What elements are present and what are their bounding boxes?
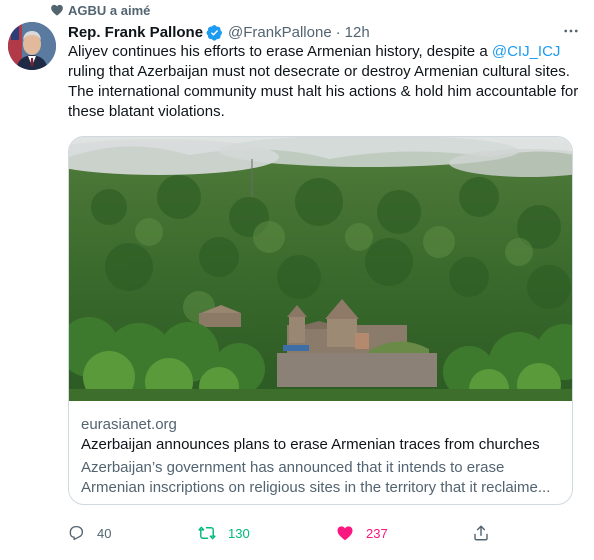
tweet-text-part1: Aliyev continues his efforts to erase Ar…: [68, 43, 492, 60]
card-description-line: Azerbaijan’s government has announced th…: [81, 459, 505, 476]
tweet-text: Aliyev continues his efforts to erase Ar…: [68, 42, 580, 122]
like-count: 237: [366, 525, 388, 541]
card-title: Azerbaijan announces plans to erase Arme…: [81, 436, 540, 453]
social-context[interactable]: AGBU a aimé: [50, 0, 150, 20]
action-bar: 40 130 237: [0, 522, 594, 544]
tweet-text-part2: ruling that Azerbaijan must not desecrat…: [68, 63, 579, 120]
retweet-icon: [198, 526, 216, 540]
retweet-count: 130: [228, 525, 250, 541]
card-description-line: Armenian inscriptions on religious sites…: [81, 479, 551, 496]
author-handle[interactable]: @FrankPallone: [228, 24, 332, 41]
avatar[interactable]: [8, 22, 56, 70]
verified-badge-icon: [206, 24, 222, 41]
monastery-photo: [69, 137, 572, 401]
link-card[interactable]: eurasianet.org Azerbaijan announces plan…: [68, 136, 573, 505]
more-options-icon: [564, 29, 578, 33]
reply-count: 40: [97, 525, 112, 541]
card-description: Azerbaijan’s government has announced th…: [81, 458, 561, 498]
header-separator: ·: [335, 23, 341, 41]
social-context-label: AGBU a aimé: [68, 2, 151, 18]
tweet-timestamp[interactable]: 12h: [345, 24, 370, 41]
card-domain: eurasianet.org: [81, 416, 177, 433]
heart-filled-icon: [337, 526, 353, 541]
like-button[interactable]: 237: [336, 522, 388, 544]
retweet-button[interactable]: 130: [198, 522, 250, 544]
heart-icon: [51, 4, 63, 16]
share-button[interactable]: [472, 522, 490, 544]
card-image: [69, 137, 572, 401]
author-name[interactable]: Rep. Frank Pallone: [68, 24, 203, 41]
reply-button[interactable]: 40: [67, 522, 111, 544]
avatar-image: [8, 22, 56, 70]
tweet-header: Rep. Frank Pallone @FrankPallone · 12h: [68, 22, 370, 42]
mention-link[interactable]: @CIJ_ICJ: [492, 43, 561, 60]
more-options-button[interactable]: [556, 22, 586, 40]
reply-icon: [69, 525, 84, 541]
share-icon: [474, 525, 488, 541]
